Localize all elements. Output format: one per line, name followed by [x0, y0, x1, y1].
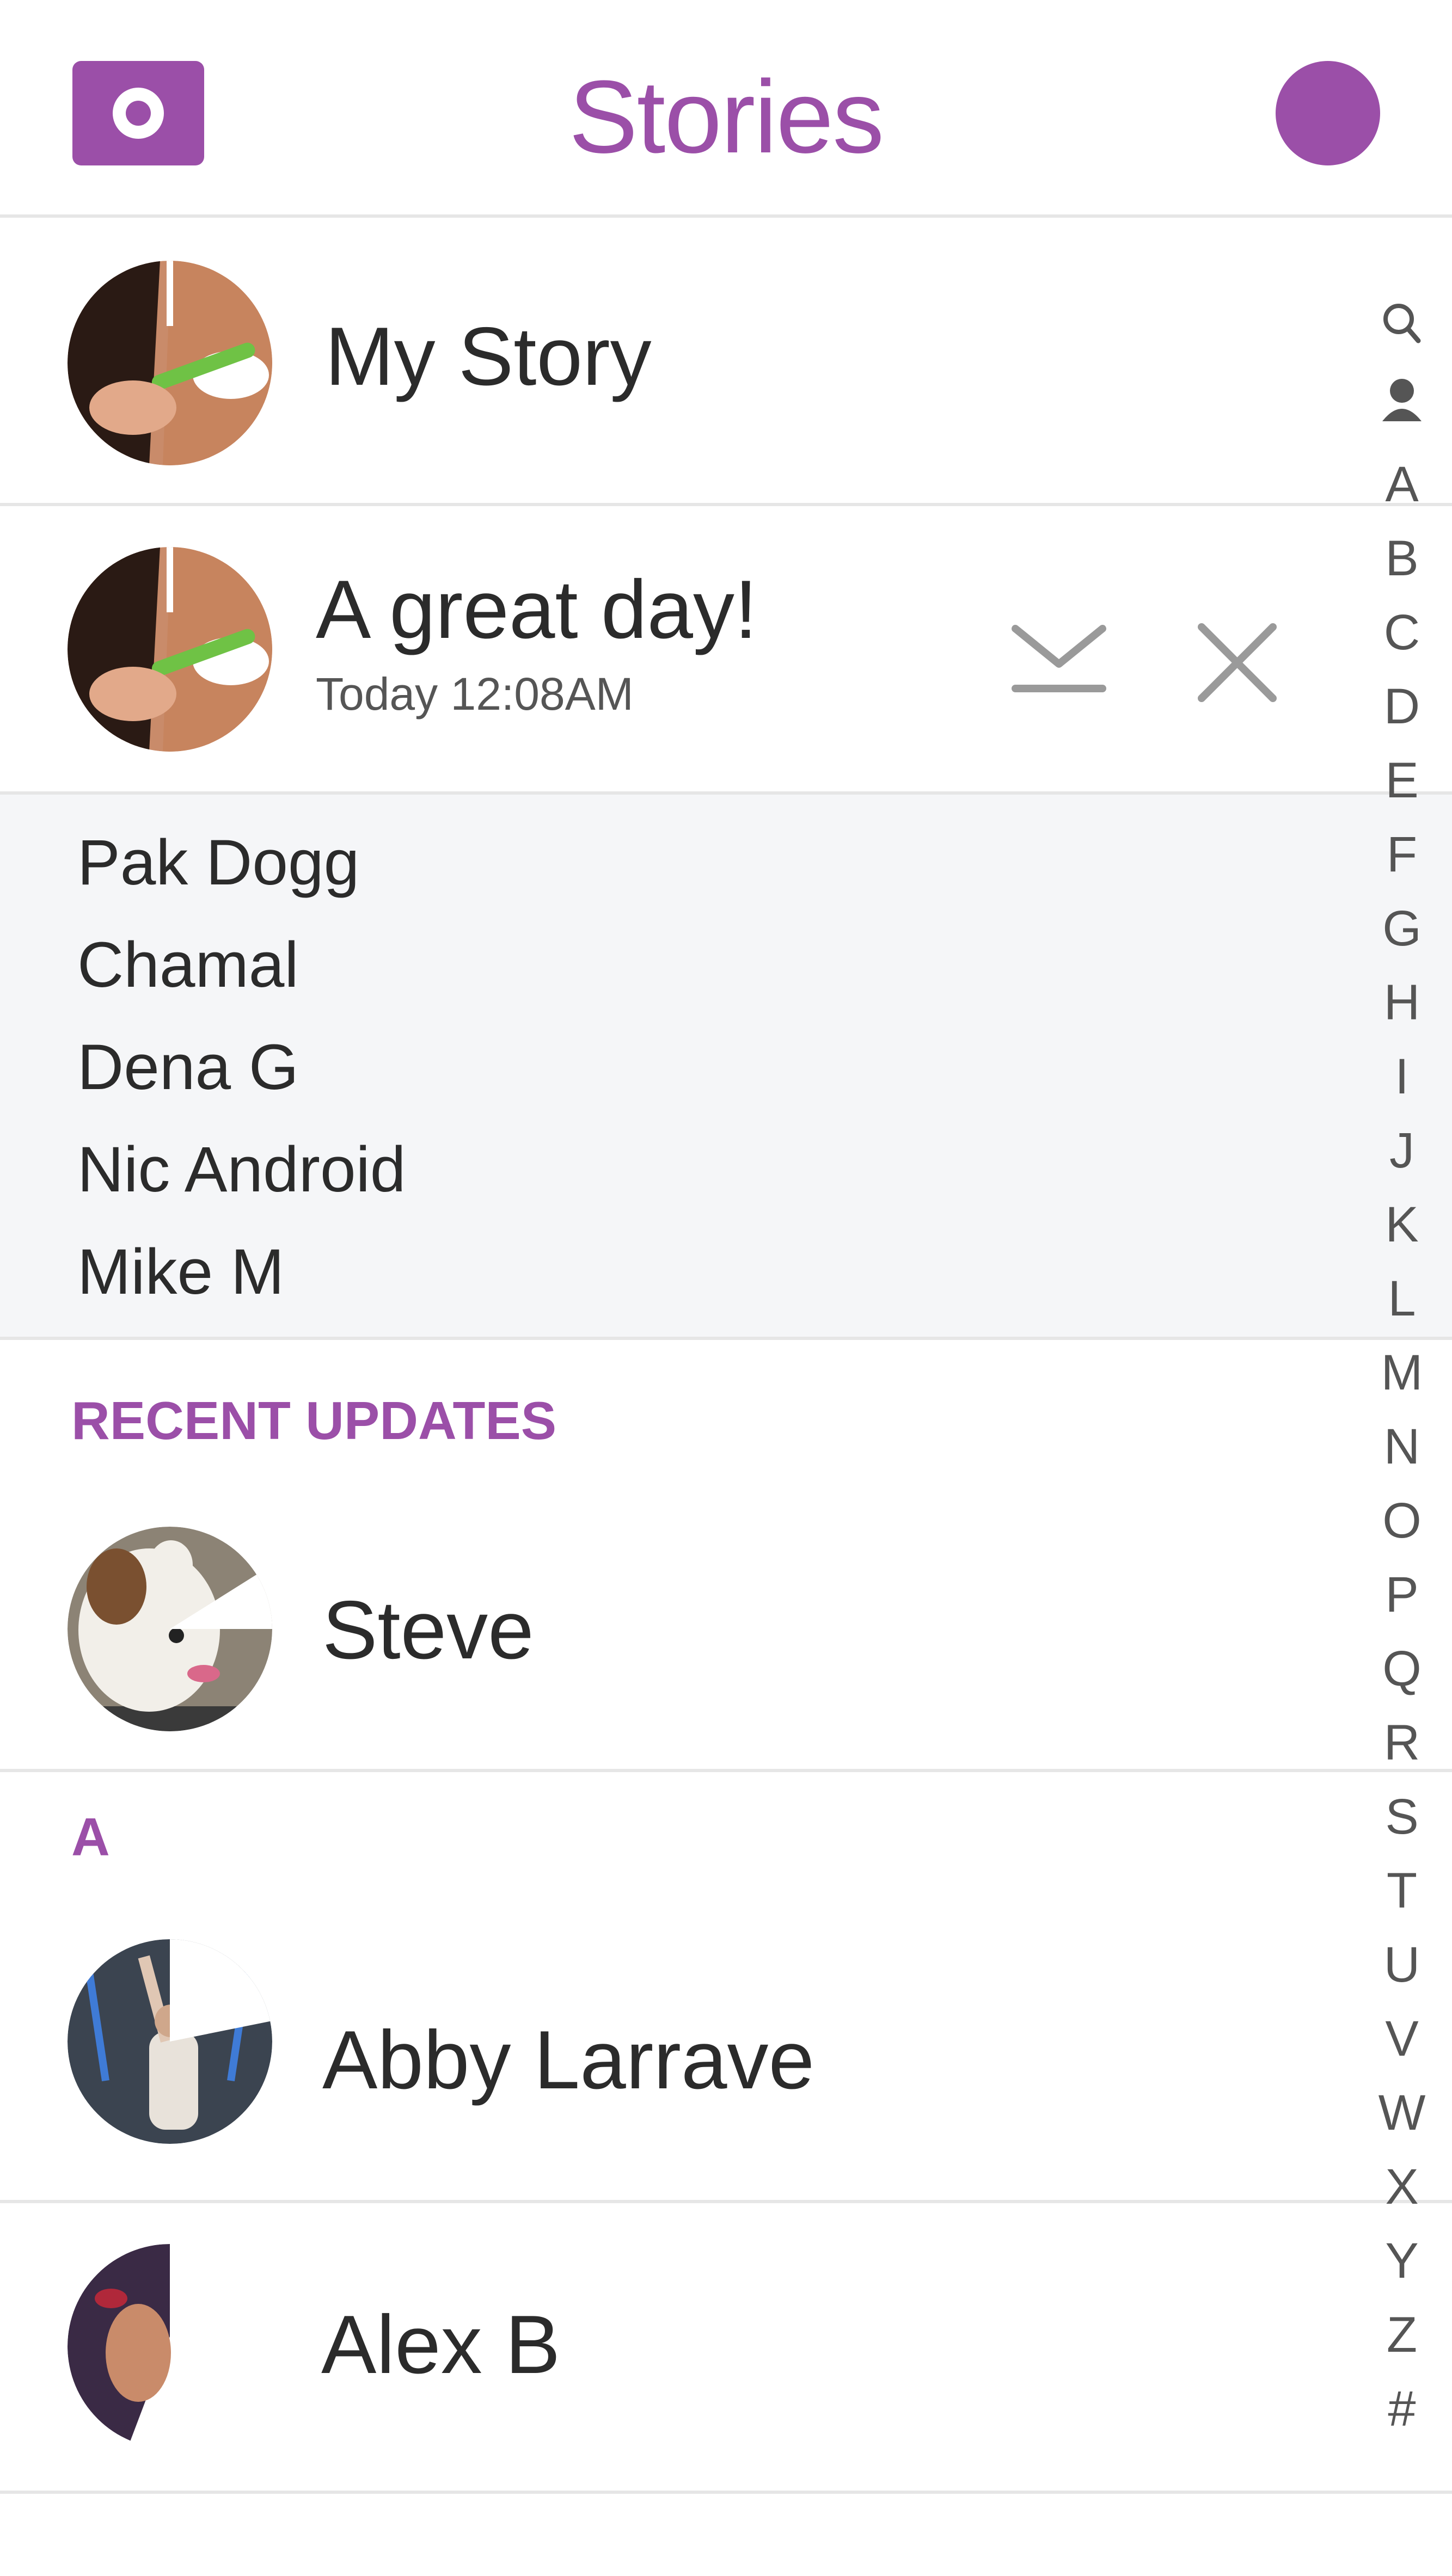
portrait-thumbnail-icon: [68, 2244, 272, 2449]
friend-story-row[interactable]: Steve: [0, 1486, 1452, 1772]
index-letter[interactable]: B: [1372, 531, 1432, 586]
friend-story-row[interactable]: Abby Larrave: [0, 1916, 1452, 2203]
index-letter[interactable]: Q: [1372, 1641, 1432, 1696]
viewer-name[interactable]: Mike M: [77, 1237, 284, 1307]
my-story-row[interactable]: My Story: [0, 218, 1452, 506]
close-icon[interactable]: [1195, 620, 1279, 705]
story-viewers-list: Pak Dogg Chamal Dena G Nic Android Mike …: [0, 795, 1452, 1340]
index-letter[interactable]: I: [1372, 1049, 1432, 1104]
download-icon[interactable]: [1010, 618, 1108, 705]
index-letter[interactable]: E: [1372, 753, 1432, 808]
profile-button[interactable]: [1276, 61, 1380, 165]
index-letter[interactable]: D: [1372, 679, 1432, 734]
section-heading-recent-updates: RECENT UPDATES: [71, 1391, 557, 1450]
viewer-name[interactable]: Pak Dogg: [77, 827, 359, 898]
my-story-label: My Story: [325, 310, 652, 403]
section-heading-a: A: [71, 1807, 110, 1867]
index-letter[interactable]: W: [1372, 2086, 1432, 2140]
index-letter[interactable]: P: [1372, 1567, 1432, 1622]
friend-avatar: [68, 2244, 272, 2449]
index-letter[interactable]: K: [1372, 1197, 1432, 1252]
page-title: Stories: [568, 59, 884, 175]
viewer-name[interactable]: Chamal: [77, 930, 299, 1000]
story-title: A great day!: [316, 563, 758, 656]
index-letter[interactable]: V: [1372, 2012, 1432, 2066]
index-letter[interactable]: L: [1372, 1271, 1432, 1326]
index-letter[interactable]: C: [1372, 605, 1432, 660]
index-letter[interactable]: #: [1372, 2382, 1432, 2436]
friend-name: Steve: [322, 1584, 534, 1676]
friend-name: Abby Larrave: [322, 2014, 815, 2106]
friend-story-row[interactable]: Alex B: [0, 2203, 1452, 2494]
friend-avatar: [68, 1527, 272, 1731]
viewer-name[interactable]: Dena G: [77, 1032, 299, 1103]
header-bar: Stories: [0, 0, 1452, 218]
index-letter[interactable]: S: [1372, 1790, 1432, 1844]
concert-thumbnail-icon: [68, 1939, 272, 2144]
index-letter[interactable]: A: [1372, 457, 1432, 512]
index-letter[interactable]: G: [1372, 901, 1432, 956]
dog-thumbnail-icon: [68, 1527, 272, 1731]
story-avatar: [68, 547, 272, 752]
friend-name: Alex B: [321, 2298, 561, 2391]
index-letter[interactable]: N: [1372, 1419, 1432, 1474]
index-letter[interactable]: O: [1372, 1493, 1432, 1548]
viewer-name[interactable]: Nic Android: [77, 1134, 406, 1205]
index-letter[interactable]: J: [1372, 1123, 1432, 1178]
index-letter[interactable]: H: [1372, 975, 1432, 1030]
index-letter[interactable]: Y: [1372, 2234, 1432, 2288]
my-story-avatar: [68, 261, 272, 465]
story-timestamp: Today 12:08AM: [316, 668, 634, 720]
person-icon[interactable]: [1372, 374, 1432, 434]
index-letter[interactable]: X: [1372, 2160, 1432, 2214]
search-icon[interactable]: [1372, 299, 1432, 359]
story-thumbnail-icon: [68, 261, 272, 465]
index-letter[interactable]: M: [1372, 1345, 1432, 1400]
index-letter[interactable]: R: [1372, 1716, 1432, 1770]
index-letter[interactable]: Z: [1372, 2308, 1432, 2362]
story-thumbnail-icon: [68, 547, 272, 752]
index-letter[interactable]: T: [1372, 1864, 1432, 1918]
friend-avatar: [68, 1939, 272, 2144]
index-letter[interactable]: F: [1372, 827, 1432, 882]
story-row[interactable]: A great day! Today 12:08AM: [0, 506, 1452, 795]
index-letter[interactable]: U: [1372, 1938, 1432, 1992]
